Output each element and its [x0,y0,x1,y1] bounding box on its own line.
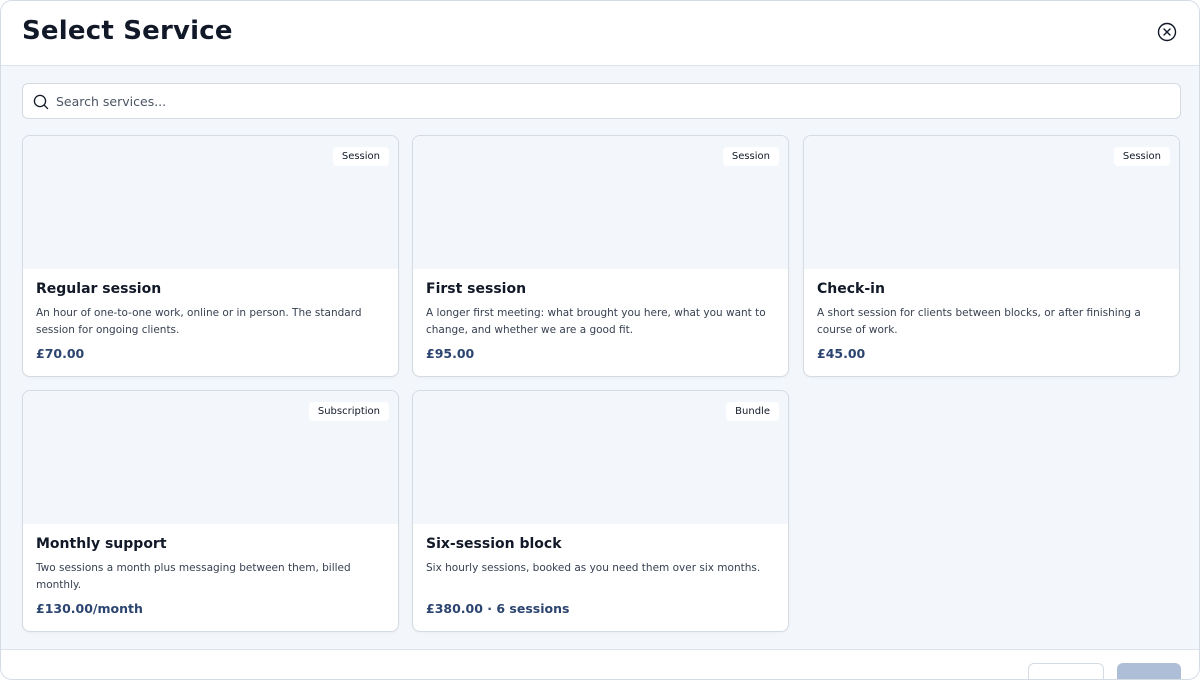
service-title: Monthly support [36,536,167,552]
service-type-badge: Session [1113,147,1170,166]
service-card-first-session[interactable]: Session First session A longer first mee… [412,135,789,377]
service-card-monthly-support[interactable]: Subscription Monthly support Two session… [22,390,399,632]
service-title: Regular session [36,281,162,297]
modal-header: Select Service [1,1,1199,66]
service-card-check-in[interactable]: Session Check-in A short session for cli… [803,135,1180,377]
select-service-modal: Select Service Session Regular session A… [0,0,1200,680]
service-type-badge: Session [722,147,779,166]
service-price: £45.00 [817,346,866,361]
service-price: £70.00 [36,346,85,361]
service-card-regular-session[interactable]: Session Regular session An hour of one-t… [22,135,399,377]
service-description: A short session for clients between bloc… [817,307,1141,336]
service-price: £95.00 [426,346,475,361]
service-type-badge: Bundle [726,402,779,421]
service-card-six-session-block[interactable]: Bundle Six-session block Six hourly sess… [412,390,789,632]
service-type-badge: Subscription [308,402,389,421]
search-bar [22,83,1181,119]
close-circle-icon [1157,22,1177,42]
service-price: £380.00 · 6 sessions [426,601,570,616]
service-description: An hour of one-to-one work, online or in… [36,307,362,336]
close-button[interactable] [1157,22,1177,42]
search-input[interactable] [56,84,1166,118]
service-description: Six hourly sessions, booked as you need … [426,562,761,574]
service-title: Check-in [817,281,885,297]
service-type-badge: Session [332,147,389,166]
service-price: £130.00/month [36,601,143,616]
search-icon [33,94,49,110]
service-description: A longer first meeting: what brought you… [426,307,766,336]
modal-footer [1,649,1199,679]
service-title: First session [426,281,527,297]
confirm-button[interactable] [1117,663,1181,679]
service-description: Two sessions a month plus messaging betw… [36,562,351,591]
modal-title: Select Service [22,16,233,46]
service-title: Six-session block [426,536,562,552]
cancel-button[interactable] [1028,663,1104,679]
